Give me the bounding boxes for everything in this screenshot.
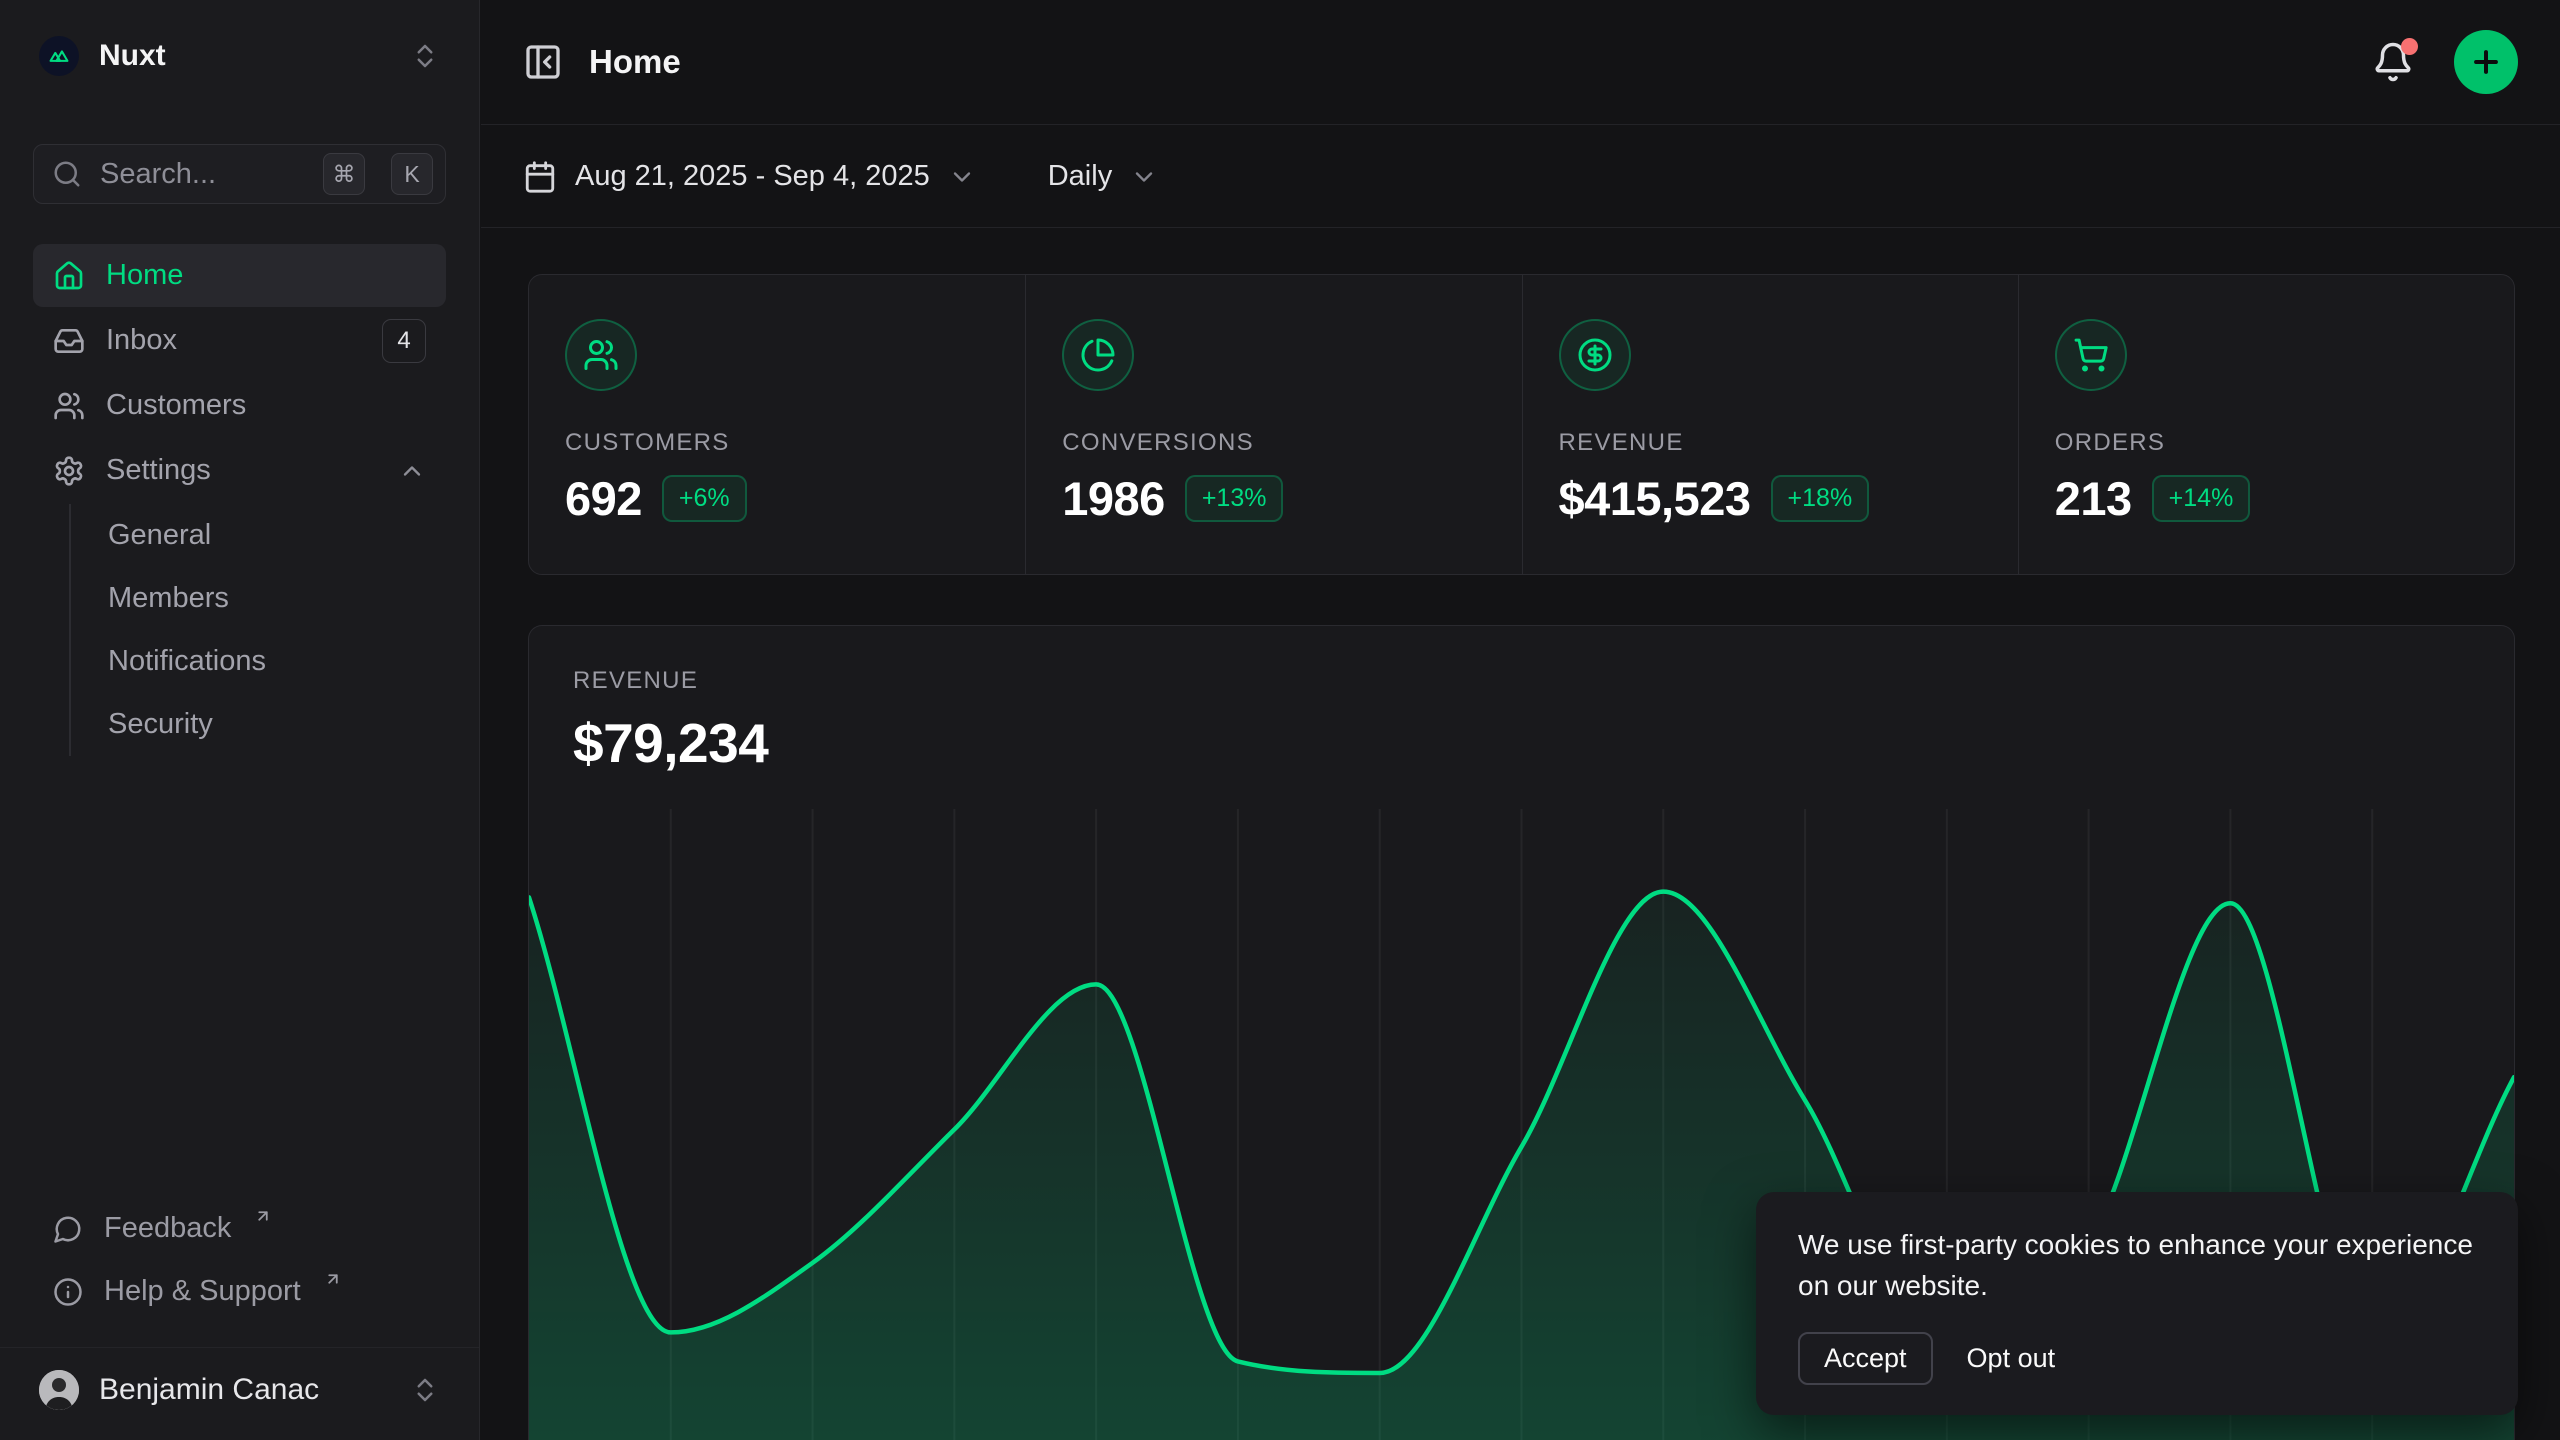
chat-bubble-icon (53, 1214, 83, 1244)
stat-value: $415,523 (1559, 471, 1751, 526)
stat-label: CONVERSIONS (1062, 429, 1485, 457)
stat-orders[interactable]: ORDERS 213 +14% (2018, 275, 2514, 574)
chevrons-up-down-icon (410, 41, 440, 71)
pie-chart-icon (1062, 319, 1134, 391)
gear-icon (53, 455, 85, 487)
sidebar-item-feedback[interactable]: Feedback (33, 1197, 446, 1260)
stat-value: 692 (565, 471, 642, 526)
stat-value: 1986 (1062, 471, 1165, 526)
chevron-up-icon (398, 457, 426, 485)
search-input[interactable]: Search... ⌘ K (33, 144, 446, 204)
sidebar-subitem-security[interactable]: Security (108, 693, 446, 756)
sidebar-divider (0, 1347, 479, 1348)
settings-subnav: General Members Notifications Security (69, 504, 446, 756)
inbox-count-badge: 4 (382, 319, 426, 363)
chevrons-up-down-icon (410, 1375, 440, 1405)
cookie-optout-button[interactable]: Opt out (1949, 1334, 2074, 1383)
dollar-circle-icon (1559, 319, 1631, 391)
sidebar-nav: Home Inbox 4 Customers Settings (33, 244, 446, 756)
info-circle-icon (53, 1277, 83, 1307)
users-icon (565, 319, 637, 391)
sidebar-item-inbox[interactable]: Inbox 4 (33, 309, 446, 372)
sidebar-subitem-general[interactable]: General (108, 504, 446, 567)
stat-delta-badge: +13% (1185, 475, 1284, 522)
date-range-picker[interactable]: Aug 21, 2025 - Sep 4, 2025 (523, 160, 976, 194)
chevron-down-icon (948, 163, 976, 191)
kbd-k: K (391, 153, 433, 195)
cookie-banner: We use first-party cookies to enhance yo… (1756, 1192, 2518, 1415)
filter-toolbar: Aug 21, 2025 - Sep 4, 2025 Daily (481, 126, 2560, 228)
stat-delta-badge: +14% (2152, 475, 2251, 522)
chevron-down-icon (1130, 163, 1158, 191)
sidebar-subitem-notifications[interactable]: Notifications (108, 630, 446, 693)
page-title: Home (589, 43, 681, 81)
sidebar-item-label: Help & Support (104, 1275, 301, 1308)
avatar (39, 1370, 79, 1410)
stats-panel: CUSTOMERS 692 +6% CONVERSIONS 1986 +13% … (528, 274, 2515, 575)
granularity-select[interactable]: Daily (1048, 160, 1158, 193)
search-placeholder: Search... (100, 158, 305, 191)
sidebar: Nuxt Search... ⌘ K Home (0, 0, 480, 1440)
page-header: Home (481, 0, 2560, 125)
notification-dot (2401, 38, 2418, 55)
stat-conversions[interactable]: CONVERSIONS 1986 +13% (1025, 275, 1521, 574)
nuxt-logo-icon (39, 36, 79, 76)
granularity-value: Daily (1048, 160, 1112, 193)
plus-icon (2469, 45, 2503, 79)
sidebar-item-help-support[interactable]: Help & Support (33, 1260, 446, 1323)
revenue-chart-label: REVENUE (573, 667, 2470, 695)
stat-delta-badge: +6% (662, 475, 747, 522)
sidebar-collapse-button[interactable] (523, 42, 563, 82)
sidebar-item-label: Settings (106, 454, 211, 487)
inbox-icon (53, 325, 85, 357)
search-icon (52, 159, 82, 189)
kbd-cmd: ⌘ (323, 153, 365, 195)
users-icon (53, 390, 85, 422)
stat-revenue[interactable]: REVENUE $415,523 +18% (1522, 275, 2018, 574)
sidebar-item-home[interactable]: Home (33, 244, 446, 307)
house-icon (53, 260, 85, 292)
workspace-selector[interactable]: Nuxt (33, 24, 446, 88)
dashboard-app: Nuxt Search... ⌘ K Home (0, 0, 2560, 1440)
brand-name: Nuxt (99, 39, 166, 73)
notifications-button[interactable] (2372, 40, 2416, 84)
revenue-chart-value: $79,234 (573, 711, 2470, 775)
sidebar-item-label: Feedback (104, 1212, 231, 1245)
stat-value: 213 (2055, 471, 2132, 526)
external-link-icon (324, 1270, 342, 1288)
cart-icon (2055, 319, 2127, 391)
sidebar-item-customers[interactable]: Customers (33, 374, 446, 437)
stat-label: ORDERS (2055, 429, 2478, 457)
sidebar-item-label: Customers (106, 389, 246, 422)
stat-label: CUSTOMERS (565, 429, 989, 457)
stat-delta-badge: +18% (1771, 475, 1870, 522)
stat-customers[interactable]: CUSTOMERS 692 +6% (529, 275, 1025, 574)
stat-label: REVENUE (1559, 429, 1982, 457)
external-link-icon (254, 1207, 272, 1225)
sidebar-item-label: Inbox (106, 324, 177, 357)
cookie-accept-button[interactable]: Accept (1798, 1332, 1933, 1385)
user-name: Benjamin Canac (99, 1373, 319, 1407)
sidebar-subitem-members[interactable]: Members (108, 567, 446, 630)
date-range-value: Aug 21, 2025 - Sep 4, 2025 (575, 160, 930, 193)
cookie-message: We use first-party cookies to enhance yo… (1798, 1224, 2476, 1306)
add-button[interactable] (2454, 30, 2518, 94)
sidebar-item-settings[interactable]: Settings (33, 439, 446, 502)
calendar-icon (523, 160, 557, 194)
user-menu[interactable]: Benjamin Canac (33, 1360, 446, 1420)
sidebar-item-label: Home (106, 259, 183, 292)
